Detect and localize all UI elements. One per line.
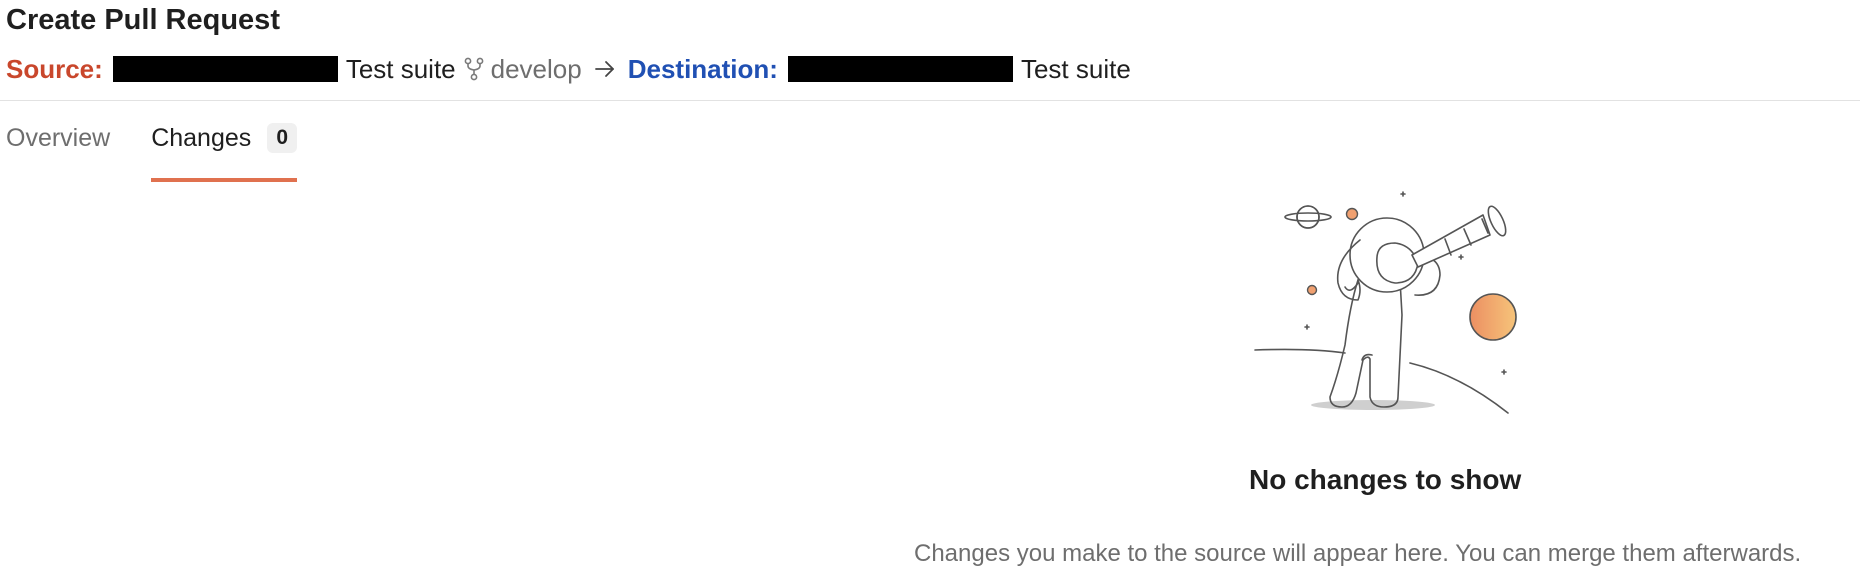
arrow-right-icon bbox=[594, 59, 616, 79]
destination-label: Destination: bbox=[627, 53, 778, 84]
destination-redacted-owner bbox=[787, 56, 1013, 82]
source-label: Source: bbox=[6, 53, 103, 84]
empty-state-description: Changes you make to the source will appe… bbox=[914, 540, 1802, 567]
tab-bar: Overview Changes 0 bbox=[6, 118, 298, 182]
git-branch-icon bbox=[464, 57, 484, 81]
pull-request-branches: Source: Test suite develop Destination: … bbox=[6, 50, 1131, 88]
empty-state-title: No changes to show bbox=[1249, 464, 1522, 495]
changes-count-badge: 0 bbox=[267, 123, 298, 153]
header-divider bbox=[0, 100, 1860, 101]
source-redacted-owner bbox=[112, 56, 338, 82]
source-branch-name[interactable]: develop bbox=[491, 54, 582, 85]
tab-changes-label: Changes bbox=[151, 124, 252, 152]
page-title: Create Pull Request bbox=[6, 4, 280, 36]
tab-overview-label: Overview bbox=[6, 124, 111, 152]
tab-changes[interactable]: Changes 0 bbox=[151, 118, 298, 182]
destination-repo-name[interactable]: Test suite bbox=[1021, 54, 1131, 85]
astronaut-telescope-illustration bbox=[1250, 185, 1525, 430]
tab-overview[interactable]: Overview bbox=[6, 118, 110, 182]
source-repo-name[interactable]: Test suite bbox=[346, 54, 456, 85]
